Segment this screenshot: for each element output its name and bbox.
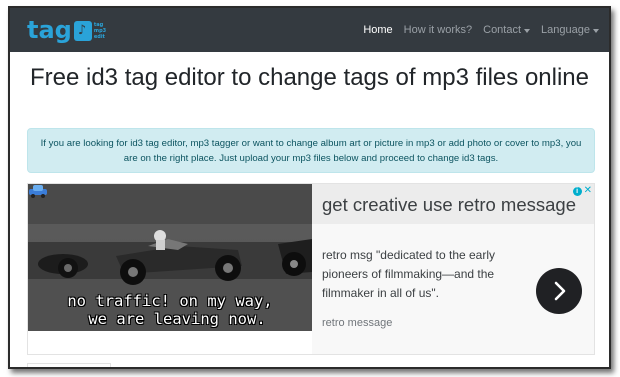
logo-side-text: tag mp3 edit (93, 22, 107, 40)
info-alert: If you are looking for id3 tag editor, m… (27, 128, 595, 173)
ad-headline[interactable]: get creative use retro message (322, 194, 576, 216)
caret-down-icon (593, 28, 599, 33)
ad-caption-line2: we are leaving now. (88, 310, 266, 328)
nav-language-dropdown[interactable]: Language (541, 24, 599, 36)
ad-text-panel[interactable]: get creative use retro message i ✕ retro… (312, 184, 594, 354)
site-logo[interactable]: tag ♪ tag mp3 edit (27, 15, 106, 45)
car-icon (29, 185, 47, 198)
info-text: If you are looking for id3 tag editor, m… (40, 138, 582, 164)
nav-home-link[interactable]: Home (363, 24, 392, 36)
nav-contact-dropdown[interactable]: Contact (483, 24, 531, 36)
ad-headline-bar: get creative use retro message (312, 184, 594, 224)
nav-menu: Home How it works? Contact Language (352, 8, 599, 52)
ad-caption-line1: no traffic! on my way, (67, 292, 273, 310)
page-title: Free id3 tag editor to change tags of mp… (29, 64, 589, 91)
ad-body-text: retro msg "dedicated to the early pionee… (322, 248, 496, 300)
ad-banner[interactable]: no traffic! on my way, we are leaving no… (27, 183, 595, 355)
nav-how-it-works-link[interactable]: How it works? (404, 24, 472, 36)
browser-frame: tag ♪ tag mp3 edit Home How it works? Co… (8, 6, 611, 369)
upload-section-tab (27, 363, 111, 367)
logo-text: tag (27, 16, 72, 44)
music-note-icon: ♪ (73, 21, 92, 41)
caret-down-icon (524, 28, 531, 33)
ad-next-button[interactable] (536, 268, 582, 314)
navbar: tag ♪ tag mp3 edit Home How it works? Co… (10, 8, 609, 52)
ad-source[interactable]: retro message (322, 317, 392, 329)
ad-video-image[interactable]: no traffic! on my way, we are leaving no… (28, 184, 312, 331)
info-icon[interactable]: i (572, 186, 582, 196)
close-icon[interactable]: ✕ (584, 186, 592, 196)
chevron-right-icon (554, 281, 566, 301)
adchoices-icon[interactable]: i ✕ (572, 186, 592, 196)
